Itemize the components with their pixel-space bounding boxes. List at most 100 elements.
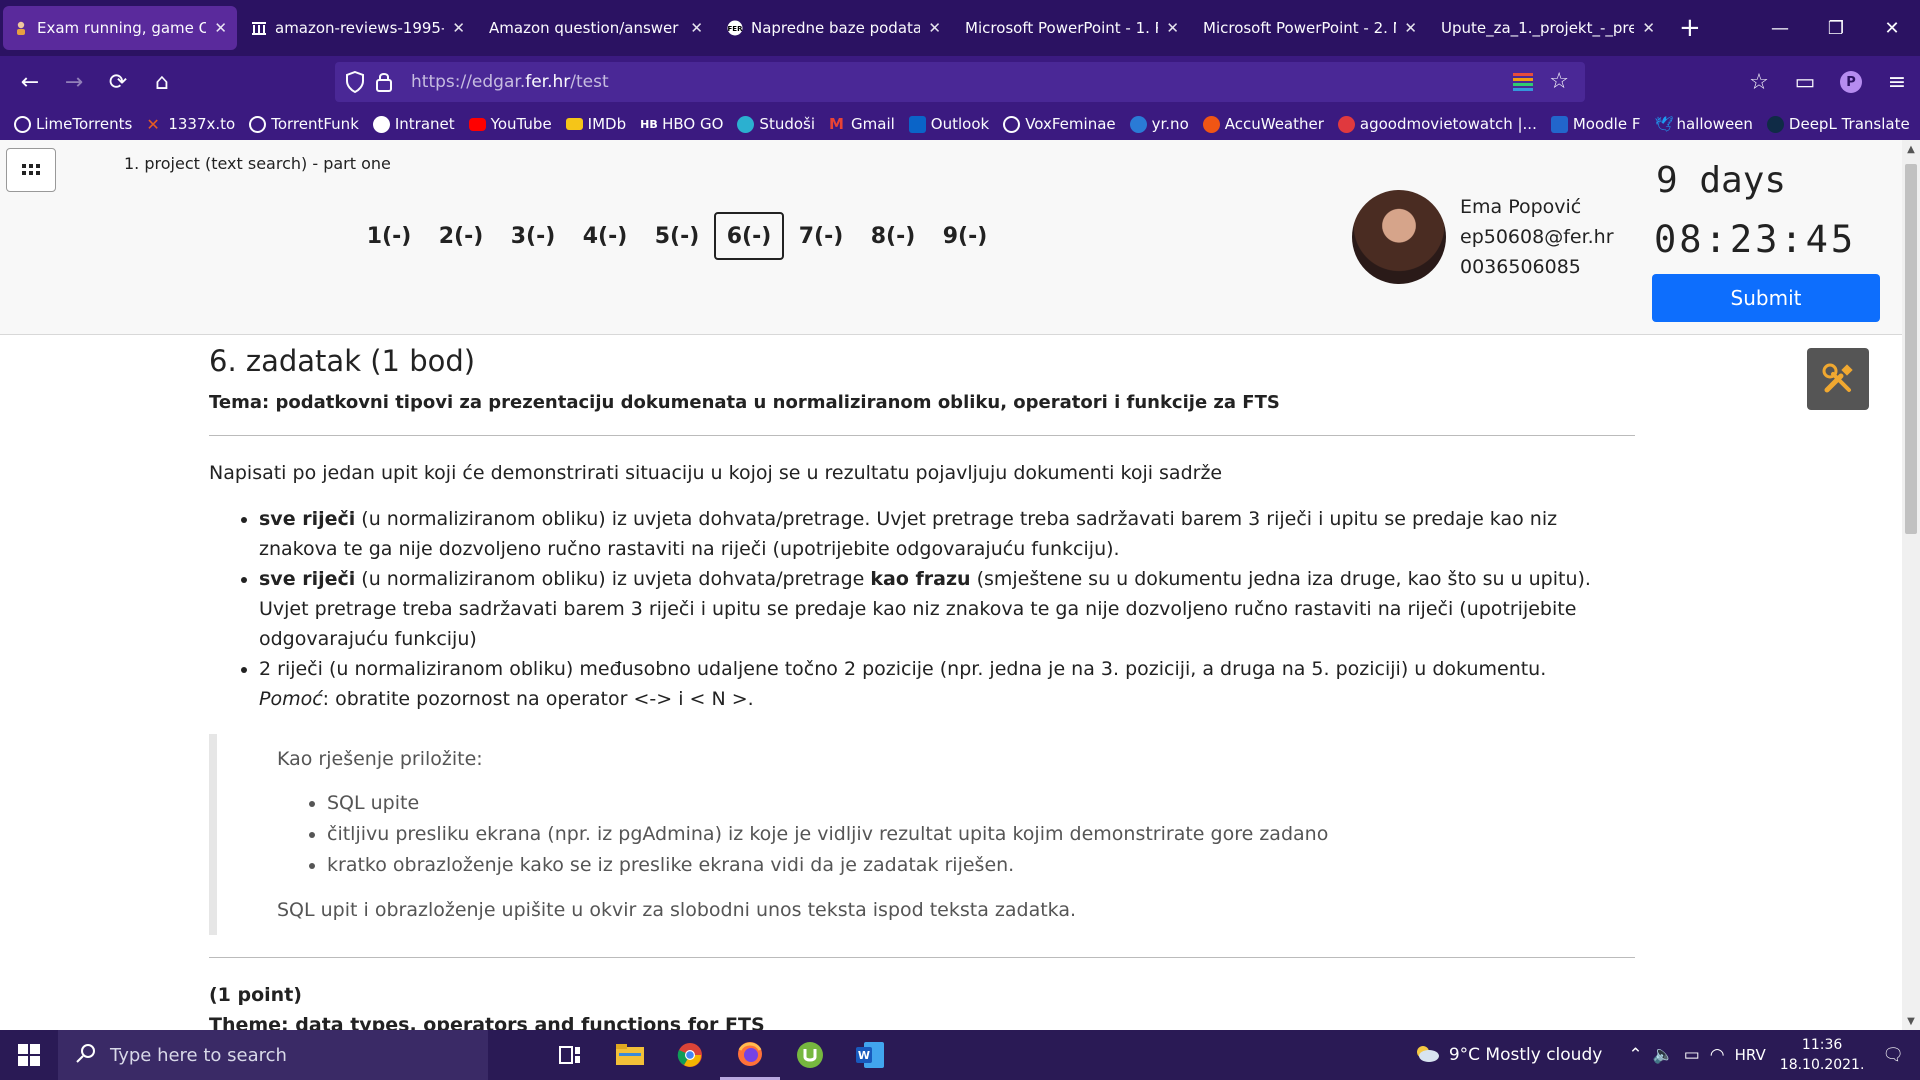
- language-indicator[interactable]: HRV: [1735, 1046, 1766, 1064]
- firefox-icon[interactable]: [720, 1030, 780, 1080]
- lock-icon[interactable]: [375, 71, 393, 97]
- bookmark-yr[interactable]: yr.no: [1129, 115, 1189, 133]
- bookmark-intranet[interactable]: Intranet: [372, 115, 455, 133]
- tab-amazon-qa[interactable]: Amazon question/answer da ✕: [479, 6, 713, 50]
- bookmark-voxfeminae[interactable]: VoxFeminae: [1003, 115, 1116, 133]
- bookmark-accuweather[interactable]: AccuWeather: [1202, 115, 1324, 133]
- hint-label: Pomoć: [259, 688, 323, 710]
- profile-icon[interactable]: P: [1828, 62, 1874, 102]
- weather-cloud-icon[interactable]: [1413, 1043, 1441, 1068]
- bookmark-imdb[interactable]: IMDb: [565, 115, 626, 133]
- close-icon[interactable]: ✕: [1404, 19, 1417, 37]
- submit-button[interactable]: Submit: [1652, 274, 1880, 322]
- weather-text[interactable]: 9°C Mostly cloudy: [1449, 1045, 1602, 1065]
- close-icon[interactable]: ✕: [1642, 19, 1655, 37]
- tools-icon[interactable]: [1807, 348, 1869, 410]
- reload-icon[interactable]: ⟳: [96, 62, 140, 102]
- question-button-7[interactable]: 7(-): [786, 212, 856, 260]
- task-title: 6. zadatak (1 bod): [209, 344, 476, 378]
- sidebar-icon[interactable]: ▭: [1782, 62, 1828, 102]
- question-navigation: 1(-) 2(-) 3(-) 4(-) 5(-) 6(-) 7(-) 8(-) …: [354, 212, 1000, 260]
- question-button-9[interactable]: 9(-): [930, 212, 1000, 260]
- forward-icon[interactable]: →: [52, 62, 96, 102]
- bookmark-moodle[interactable]: Moodle F: [1550, 115, 1640, 133]
- notification-icon[interactable]: 🗨: [1882, 1045, 1904, 1065]
- close-window-icon[interactable]: ✕: [1864, 0, 1920, 56]
- shield-icon[interactable]: [345, 70, 365, 97]
- bookmark-label: Outlook: [930, 115, 990, 133]
- bookmark-star-icon[interactable]: ☆: [1549, 69, 1569, 94]
- bookmark-label: Intranet: [394, 115, 455, 133]
- bookmark-agoodmovietowatch[interactable]: agoodmovietowatch |...: [1337, 115, 1537, 133]
- home-icon[interactable]: ⌂: [140, 62, 184, 102]
- bookmark-outlook[interactable]: Outlook: [908, 115, 990, 133]
- battery-icon[interactable]: ▭: [1684, 1045, 1700, 1065]
- url-text: https://edgar.fer.hr/test: [411, 72, 609, 92]
- file-explorer-icon[interactable]: [600, 1030, 660, 1080]
- bookmark-label: HBO GO: [662, 115, 724, 133]
- menu-icon[interactable]: ≡: [1874, 62, 1920, 102]
- close-icon[interactable]: ✕: [214, 19, 227, 37]
- exam-header: 1. project (text search) - part one 1(-)…: [0, 140, 1902, 335]
- tab-amazon-reviews[interactable]: amazon-reviews-1995-20 ✕: [241, 6, 475, 50]
- utorrent-icon[interactable]: [780, 1030, 840, 1080]
- bookmark-torrentfunk[interactable]: TorrentFunk: [249, 115, 359, 133]
- question-button-8[interactable]: 8(-): [858, 212, 928, 260]
- tab-upute[interactable]: Upute_za_1._projekt_-_pretra ✕: [1431, 6, 1665, 50]
- address-bar[interactable]: https://edgar.fer.hr/test ☆: [335, 62, 1585, 102]
- question-button-5[interactable]: 5(-): [642, 212, 712, 260]
- bookmark-studosi[interactable]: Studoši: [737, 115, 815, 133]
- chevron-up-icon[interactable]: ⌃: [1628, 1045, 1642, 1065]
- search-placeholder: Type here to search: [110, 1044, 287, 1066]
- bookmark-label: 1337x.to: [168, 115, 236, 133]
- page-scrollbar[interactable]: ▲ ▼: [1902, 140, 1920, 1030]
- bookmark-halloween[interactable]: 🕊 halloween: [1654, 115, 1752, 133]
- taskbar-search[interactable]: Type here to search: [58, 1030, 488, 1080]
- scroll-down-icon[interactable]: ▼: [1902, 1012, 1920, 1030]
- close-icon[interactable]: ✕: [690, 19, 703, 37]
- tab-exam[interactable]: Exam running, game ON! ✕: [3, 6, 237, 50]
- close-icon[interactable]: ✕: [452, 19, 465, 37]
- question-button-4[interactable]: 4(-): [570, 212, 640, 260]
- scroll-up-icon[interactable]: ▲: [1902, 140, 1920, 158]
- requirements-list: sve riječi (u normaliziranom obliku) iz …: [209, 504, 1635, 714]
- url-domain: fer.hr: [525, 72, 571, 92]
- clock-date: 18.10.2021.: [1779, 1057, 1865, 1073]
- question-button-3[interactable]: 3(-): [498, 212, 568, 260]
- tab-napredne-baze[interactable]: FER Napredne baze podatak ✕: [717, 6, 951, 50]
- volume-icon[interactable]: 🔈: [1653, 1045, 1674, 1065]
- bookmark-limetorrents[interactable]: LimeTorrents: [14, 115, 132, 133]
- studosi-icon: [737, 115, 755, 133]
- pocket-icon[interactable]: ☆: [1736, 62, 1782, 102]
- window-controls: — ❐ ✕: [1752, 0, 1920, 56]
- scroll-thumb[interactable]: [1905, 164, 1917, 534]
- clock[interactable]: 11:36 18.10.2021.: [1780, 1035, 1865, 1075]
- bookmark-deepl[interactable]: DeepL Translate: [1766, 115, 1910, 133]
- tab-powerpoint-2[interactable]: Microsoft PowerPoint - 2. Na ✕: [1193, 6, 1427, 50]
- question-button-2[interactable]: 2(-): [426, 212, 496, 260]
- twitter-icon: 🕊: [1654, 114, 1674, 133]
- list-item: čitljivu presliku ekrana (npr. iz pgAdmi…: [327, 819, 1635, 850]
- bookmark-hbo-go[interactable]: HB HBO GO: [640, 115, 723, 133]
- restore-icon[interactable]: ❐: [1808, 0, 1864, 56]
- new-tab-button[interactable]: +: [1679, 13, 1701, 43]
- task-view-icon[interactable]: [540, 1030, 600, 1080]
- tab-powerpoint-1[interactable]: Microsoft PowerPoint - 1. Pre ✕: [955, 6, 1189, 50]
- bookmark-youtube[interactable]: YouTube: [468, 115, 552, 133]
- extension-stripes-icon[interactable]: [1513, 73, 1533, 95]
- chrome-icon[interactable]: [660, 1030, 720, 1080]
- close-icon[interactable]: ✕: [1166, 19, 1179, 37]
- word-icon[interactable]: W: [840, 1030, 900, 1080]
- bookmark-gmail[interactable]: M Gmail: [829, 115, 895, 133]
- bookmark-label: AccuWeather: [1224, 115, 1324, 133]
- question-button-1[interactable]: 1(-): [354, 212, 424, 260]
- question-button-6[interactable]: 6(-): [714, 212, 784, 260]
- grid-menu-icon[interactable]: [6, 148, 56, 192]
- back-icon[interactable]: ←: [8, 62, 52, 102]
- minimize-icon[interactable]: —: [1752, 0, 1808, 56]
- wifi-icon[interactable]: ◠: [1710, 1045, 1725, 1065]
- movie-icon: [1337, 115, 1355, 133]
- bookmark-1337x[interactable]: ✕ 1337x.to: [146, 115, 235, 133]
- windows-start-icon[interactable]: [0, 1030, 58, 1080]
- close-icon[interactable]: ✕: [928, 19, 941, 37]
